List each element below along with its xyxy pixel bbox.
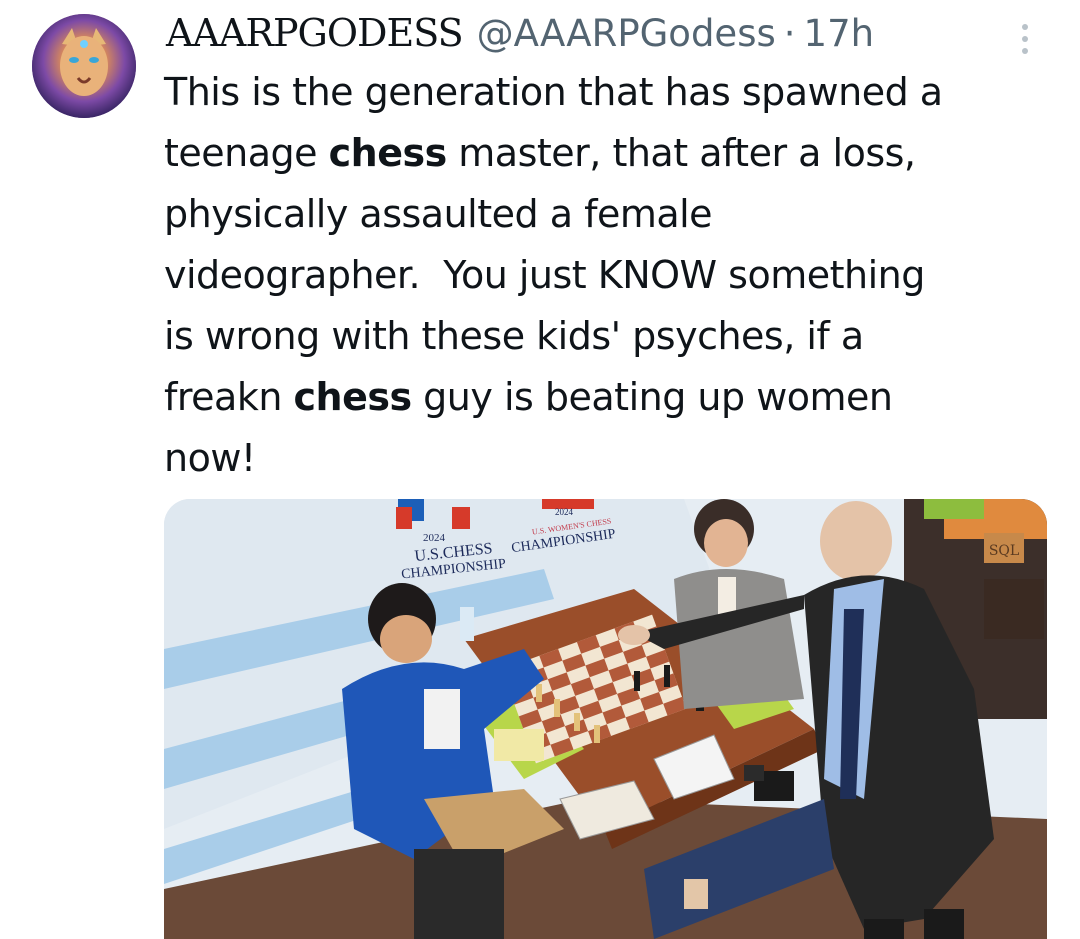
avatar[interactable] bbox=[32, 14, 136, 118]
corner-logo-text: SQL bbox=[989, 543, 1019, 559]
separator-dot: · bbox=[783, 11, 796, 55]
highlighted-term: chess bbox=[328, 131, 448, 175]
tweet-header: AAARPGODESS @AAARPGodess · 17h bbox=[166, 8, 874, 58]
highlighted-term: chess bbox=[293, 375, 413, 419]
banner-right-year: 2024 bbox=[555, 507, 574, 517]
more-vertical-icon[interactable] bbox=[1020, 24, 1030, 54]
tweet-text: This is the generation that has spawned … bbox=[164, 62, 1064, 489]
user-handle[interactable]: @AAARPGodess bbox=[477, 12, 776, 55]
tweet-media-image[interactable]: SQL 2024 U.S.CHESS CHAMPIONSHIP 2024 U.S… bbox=[164, 499, 1047, 939]
timestamp[interactable]: 17h bbox=[804, 12, 875, 55]
banner-left-year: 2024 bbox=[423, 532, 446, 544]
display-name[interactable]: AAARPGODESS bbox=[166, 11, 464, 55]
